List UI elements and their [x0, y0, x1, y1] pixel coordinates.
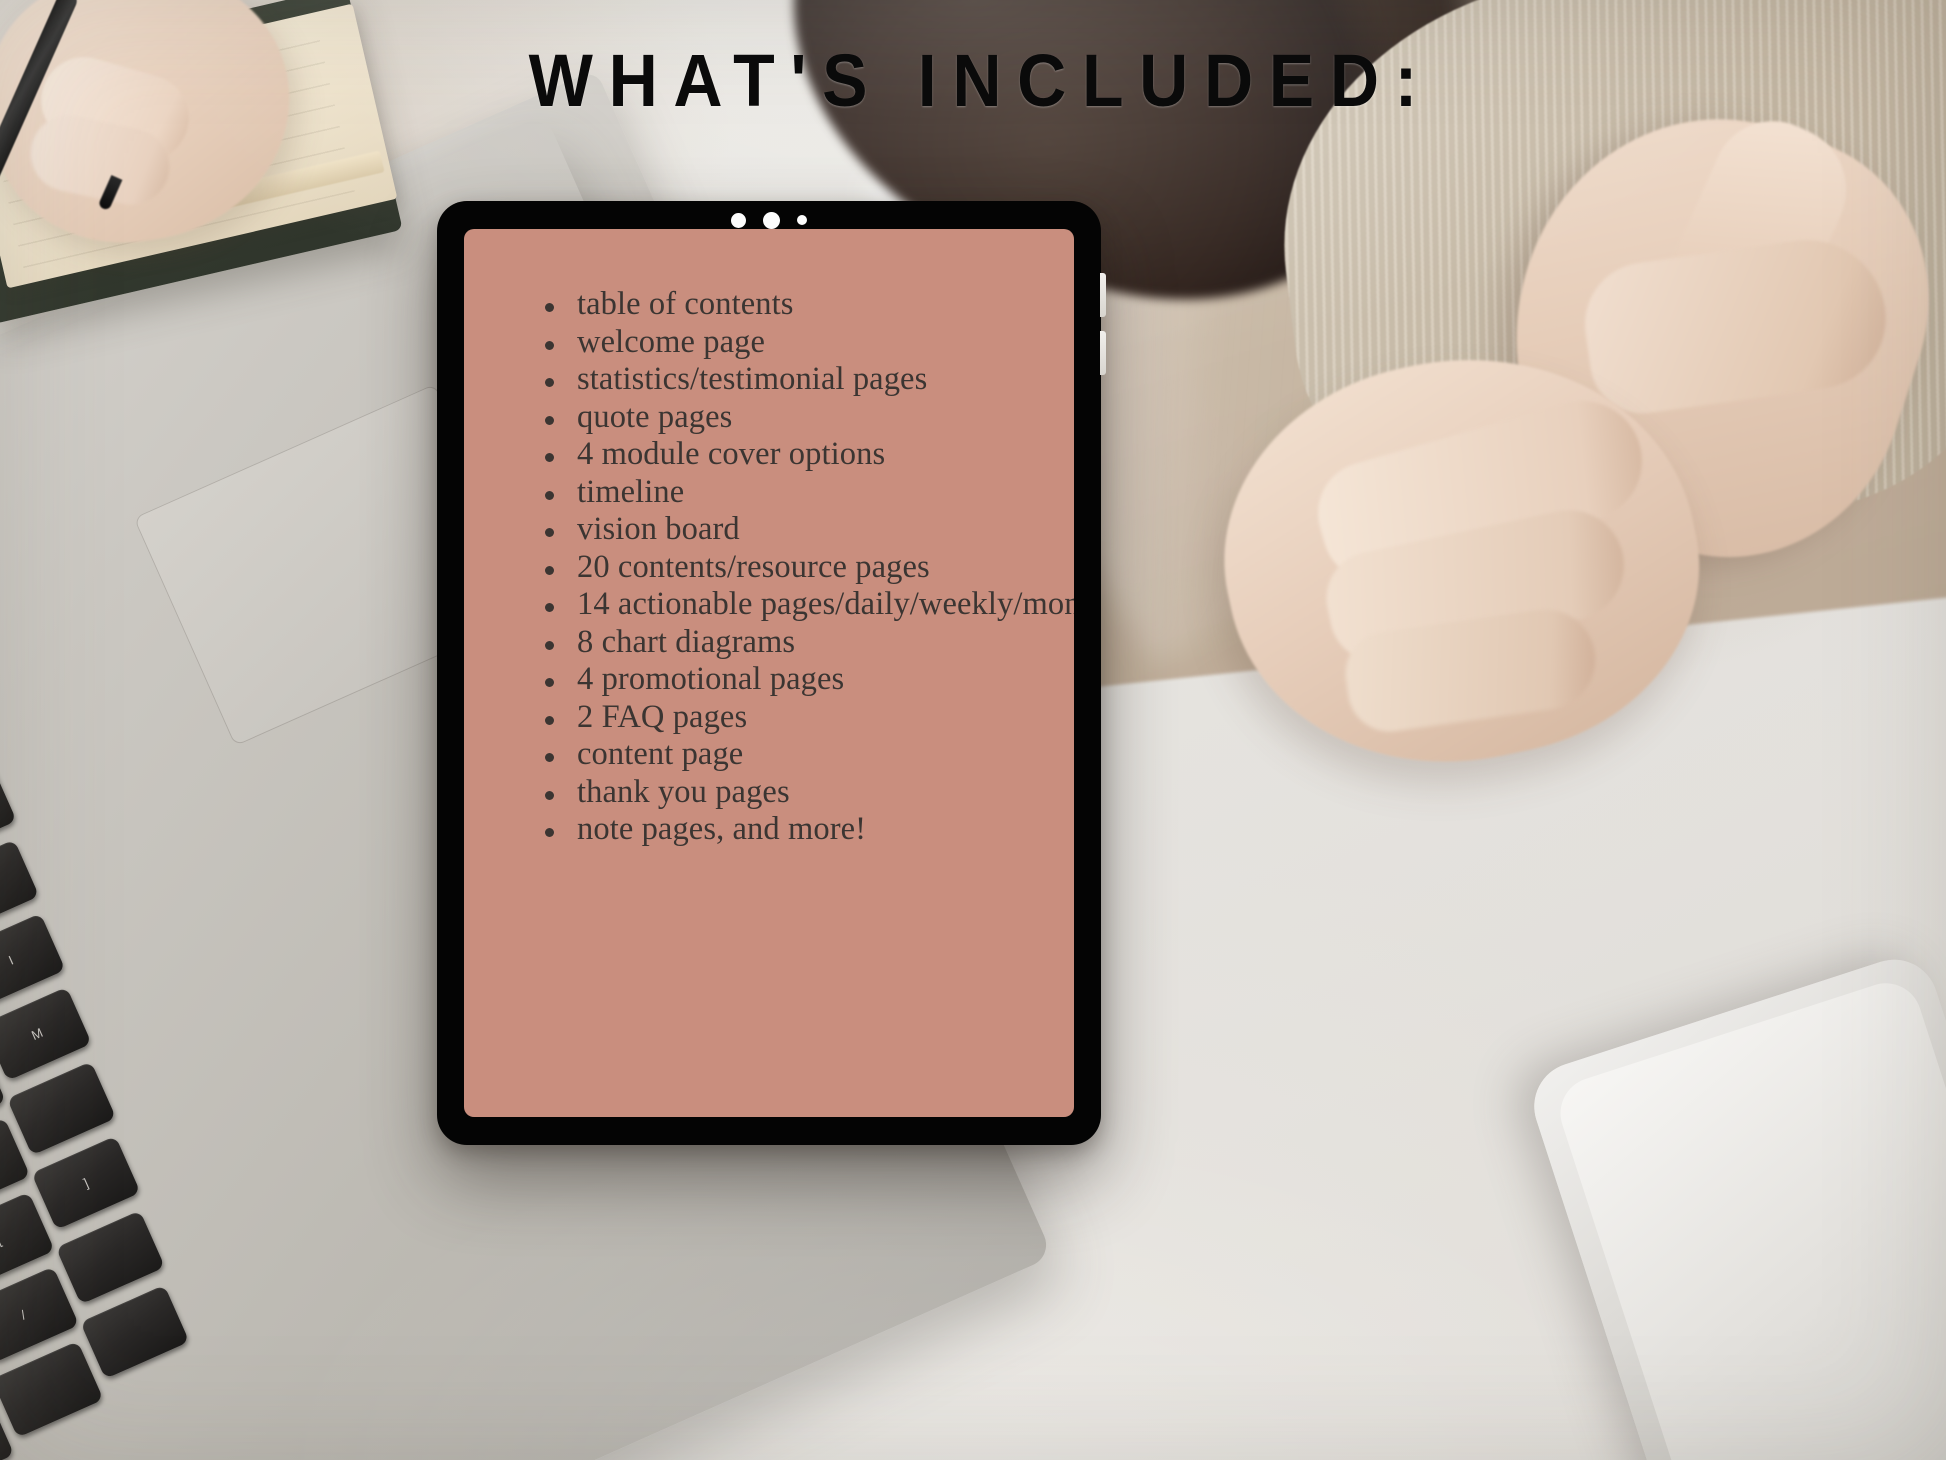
tablet-screen: table of contents welcome page statistic… — [464, 229, 1074, 1117]
list-item: timeline — [542, 474, 1068, 512]
list-item: 4 module cover options — [542, 436, 1068, 474]
list-item: quote pages — [542, 399, 1068, 437]
list-item: thank you pages — [542, 774, 1068, 812]
included-items-list: table of contents welcome page statistic… — [542, 286, 1074, 849]
list-item: 14 actionable pages/daily/weekly/monthly — [542, 586, 1074, 624]
camera-dot-left-icon — [731, 212, 746, 228]
tablet-device: table of contents welcome page statistic… — [437, 201, 1106, 1145]
list-item: 20 contents/resource pages — [542, 549, 1068, 587]
list-item: table of contents — [542, 286, 1068, 324]
camera-dot-center-icon — [763, 211, 780, 229]
keycap-f4 — [80, 1284, 190, 1379]
keycap-shift-right — [55, 1210, 166, 1305]
poster-canvas: shift ^ v ^ option Z X command A S D F Q… — [0, 0, 1946, 1460]
camera-dot-right-icon — [797, 215, 807, 225]
list-item: 2 FAQ pages — [542, 699, 1068, 737]
volume-up-button[interactable] — [1100, 273, 1106, 317]
list-item: content page — [542, 736, 1068, 774]
keycap-f3 — [0, 1341, 104, 1438]
tablet-camera-group — [437, 209, 1101, 231]
keycap-return — [6, 1061, 117, 1156]
volume-down-button[interactable] — [1100, 331, 1106, 375]
list-item: welcome page — [542, 324, 1068, 362]
page-title: WHAT'S INCLUDED: — [528, 39, 1433, 122]
list-item: 4 promotional pages — [542, 661, 1068, 699]
list-item: 8 chart diagrams — [542, 624, 1068, 662]
keycap-bracket-right: ] — [31, 1135, 141, 1230]
list-item: vision board — [542, 511, 1068, 549]
list-item: statistics/testimonial pages — [542, 361, 1068, 399]
list-item: note pages, and more! — [542, 811, 1068, 849]
